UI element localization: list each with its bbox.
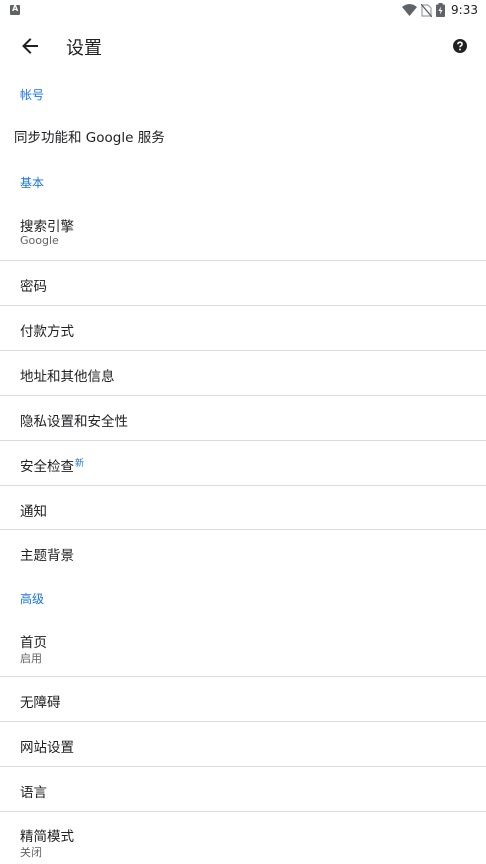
help-icon — [453, 39, 467, 53]
settings-item-lite-mode[interactable]: 精简模式 关闭 — [0, 812, 486, 864]
wifi-icon — [402, 4, 418, 16]
settings-screen: 9:33 设置 帐号 同步功能和 Google 服务 基本 搜索引擎 Googl… — [0, 0, 486, 864]
settings-item-label: 安全检查 — [20, 459, 74, 475]
back-arrow-icon — [22, 38, 38, 54]
settings-item-sync[interactable]: 同步功能和 Google 服务 — [0, 115, 486, 155]
settings-item-homepage[interactable]: 首页 启用 — [0, 616, 486, 676]
settings-item-label: 付款方式 — [20, 324, 74, 340]
settings-item-label: 语言 — [20, 785, 47, 801]
settings-item-label: 通知 — [20, 504, 47, 520]
settings-item-label: 网站设置 — [20, 740, 74, 756]
battery-charging-icon — [436, 3, 446, 17]
settings-item-label: 隐私设置和安全性 — [20, 414, 128, 430]
settings-item-search-engine[interactable]: 搜索引擎 Google — [0, 200, 486, 260]
settings-item-payment[interactable]: 付款方式 — [0, 306, 486, 350]
a-icon — [10, 4, 20, 15]
section-header-basic: 基本 — [20, 176, 45, 190]
back-button[interactable] — [14, 30, 46, 62]
settings-item-site-settings[interactable]: 网站设置 — [0, 722, 486, 766]
settings-item-summary: 关闭 — [20, 846, 42, 859]
status-bar: 9:33 — [0, 0, 486, 20]
status-time: 9:33 — [451, 3, 478, 17]
settings-item-label: 地址和其他信息 — [20, 369, 115, 385]
settings-item-label: 精简模式 — [20, 829, 74, 845]
help-button[interactable] — [450, 36, 470, 56]
settings-item-notifications[interactable]: 通知 — [0, 486, 486, 530]
new-badge: 新 — [75, 458, 85, 469]
section-header-account: 帐号 — [20, 88, 45, 102]
section-header-advanced: 高级 — [20, 592, 45, 606]
app-bar: 设置 — [0, 20, 486, 72]
settings-item-label: 主题背景 — [20, 548, 74, 564]
settings-item-passwords[interactable]: 密码 — [0, 261, 486, 305]
page-title: 设置 — [66, 38, 102, 59]
settings-item-safety-check[interactable]: 安全检查新 — [0, 441, 486, 485]
status-icons: 9:33 — [402, 2, 478, 18]
settings-item-summary: Google — [20, 234, 59, 247]
settings-item-privacy[interactable]: 隐私设置和安全性 — [0, 396, 486, 440]
settings-item-accessibility[interactable]: 无障碍 — [0, 677, 486, 721]
settings-item-label: 无障碍 — [20, 695, 61, 711]
settings-item-label: 同步功能和 Google 服务 — [14, 130, 165, 146]
no-sim-icon — [421, 3, 433, 17]
settings-item-languages[interactable]: 语言 — [0, 767, 486, 811]
settings-item-label: 搜索引擎 — [20, 219, 74, 235]
settings-item-label: 首页 — [20, 635, 47, 651]
settings-item-addresses[interactable]: 地址和其他信息 — [0, 351, 486, 395]
settings-item-label-wrapper: 安全检查新 — [20, 455, 85, 476]
settings-item-theme[interactable]: 主题背景 — [0, 530, 486, 574]
settings-item-label: 密码 — [20, 279, 47, 295]
settings-item-summary: 启用 — [20, 652, 42, 665]
